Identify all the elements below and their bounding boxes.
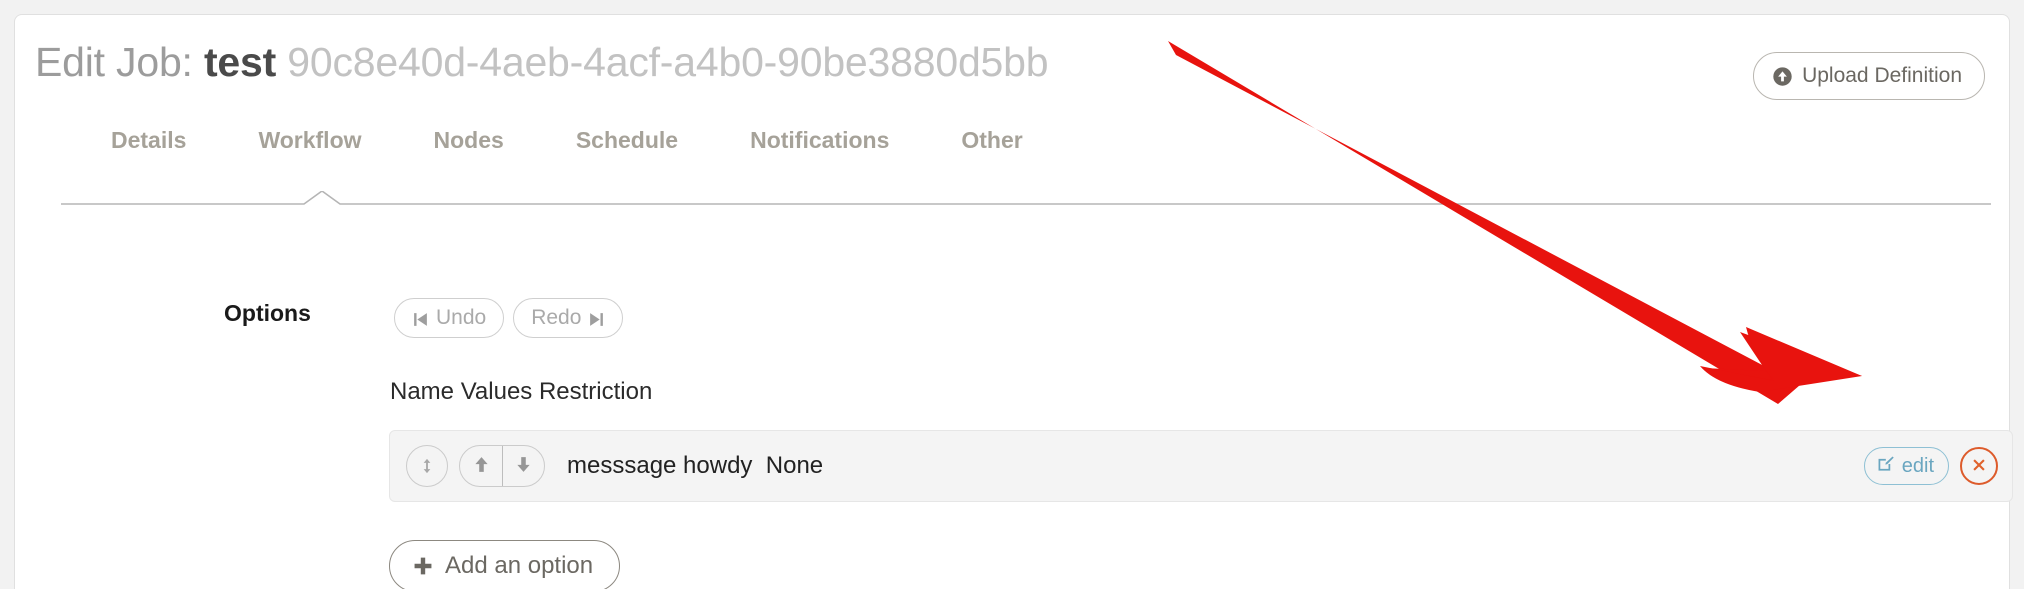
- add-option-button[interactable]: Add an option: [389, 540, 621, 589]
- page-title: Edit Job: test 90c8e40d-4aeb-4acf-a4b0-9…: [35, 39, 1049, 86]
- pencil-square-icon: [1876, 454, 1895, 479]
- tab-other[interactable]: Other: [925, 127, 1058, 154]
- option-column-headers: Name Values Restriction: [390, 378, 653, 405]
- undo-button[interactable]: Undo: [394, 298, 505, 338]
- app-root: Edit Job: test 90c8e40d-4aeb-4acf-a4b0-9…: [0, 0, 2024, 589]
- options-label: Options: [224, 300, 311, 326]
- tab-notifications[interactable]: Notifications: [714, 127, 925, 154]
- add-option-label: Add an option: [445, 552, 594, 579]
- row-actions: edit: [1863, 447, 1998, 485]
- step-forward-icon: [588, 310, 605, 327]
- upload-definition-label: Upload Definition: [1802, 64, 1962, 87]
- plus-icon: [412, 555, 434, 577]
- tab-nodes[interactable]: Nodes: [398, 127, 540, 154]
- move-down-button[interactable]: [502, 446, 544, 486]
- edit-option-button[interactable]: edit: [1863, 447, 1949, 485]
- arrows-vertical-icon[interactable]: [406, 445, 448, 487]
- redo-label: Redo: [531, 306, 582, 329]
- tab-underline-with-caret: [61, 190, 1991, 205]
- upload-definition-button[interactable]: Upload Definition: [1753, 52, 1985, 100]
- redo-button[interactable]: Redo: [513, 298, 624, 338]
- arrow-down-icon: [513, 454, 534, 478]
- step-backward-icon: [412, 310, 429, 327]
- page-header: Edit Job: test 90c8e40d-4aeb-4acf-a4b0-9…: [15, 15, 2009, 111]
- delete-option-button[interactable]: [1960, 447, 1998, 485]
- job-name: test: [203, 39, 277, 85]
- undo-label: Undo: [436, 306, 487, 329]
- times-circle-icon: [1969, 455, 1989, 478]
- undo-redo-group: Undo Redo: [394, 298, 624, 338]
- tab-schedule[interactable]: Schedule: [540, 127, 714, 154]
- option-summary-text: messsage howdy None: [567, 452, 824, 479]
- tab-workflow[interactable]: Workflow: [222, 127, 397, 154]
- move-button-group: [459, 445, 545, 487]
- job-uuid: 90c8e40d-4aeb-4acf-a4b0-90be3880d5bb: [287, 39, 1049, 85]
- page-title-prefix: Edit Job:: [35, 39, 193, 85]
- tab-details[interactable]: Details: [75, 127, 222, 154]
- move-up-button[interactable]: [460, 446, 502, 486]
- arrow-up-icon: [471, 454, 492, 478]
- edit-option-label: edit: [1901, 454, 1934, 477]
- table-row[interactable]: messsage howdy None edit: [389, 430, 2013, 502]
- edit-job-card: Edit Job: test 90c8e40d-4aeb-4acf-a4b0-9…: [14, 14, 2013, 589]
- tab-bar: Details Workflow Nodes Schedule Notifica…: [75, 127, 1059, 154]
- upload-circle-icon: [1772, 66, 1793, 87]
